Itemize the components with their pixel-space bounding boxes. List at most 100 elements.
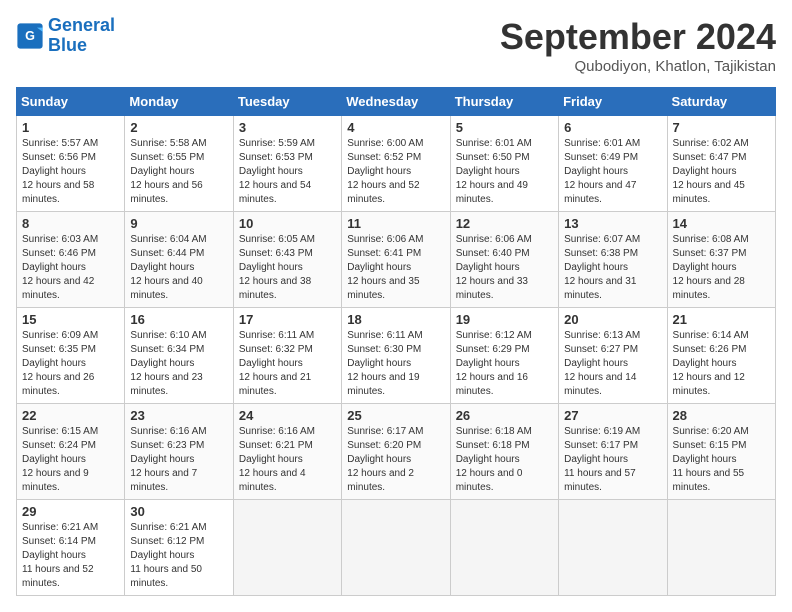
cell-content: Sunrise: 6:09 AMSunset: 6:35 PMDaylight … [22,330,98,397]
day-number: 28 [673,408,770,423]
cell-content: Sunrise: 6:16 AMSunset: 6:23 PMDaylight … [130,426,206,493]
day-number: 22 [22,408,119,423]
week-row-2: 8 Sunrise: 6:03 AMSunset: 6:46 PMDayligh… [17,212,776,308]
calendar-cell: 28 Sunrise: 6:20 AMSunset: 6:15 PMDaylig… [667,404,775,500]
calendar-cell [559,500,667,596]
cell-content: Sunrise: 6:16 AMSunset: 6:21 PMDaylight … [239,426,315,493]
logo-icon: G [16,22,44,50]
day-number: 14 [673,216,770,231]
cell-content: Sunrise: 5:57 AMSunset: 6:56 PMDaylight … [22,138,98,205]
calendar-cell: 11 Sunrise: 6:06 AMSunset: 6:41 PMDaylig… [342,212,450,308]
cell-content: Sunrise: 6:03 AMSunset: 6:46 PMDaylight … [22,234,98,301]
calendar-cell: 20 Sunrise: 6:13 AMSunset: 6:27 PMDaylig… [559,308,667,404]
day-number: 25 [347,408,444,423]
calendar-cell: 23 Sunrise: 6:16 AMSunset: 6:23 PMDaylig… [125,404,233,500]
cell-content: Sunrise: 6:15 AMSunset: 6:24 PMDaylight … [22,426,98,493]
week-row-4: 22 Sunrise: 6:15 AMSunset: 6:24 PMDaylig… [17,404,776,500]
calendar-cell: 16 Sunrise: 6:10 AMSunset: 6:34 PMDaylig… [125,308,233,404]
day-number: 29 [22,504,119,519]
calendar-cell: 19 Sunrise: 6:12 AMSunset: 6:29 PMDaylig… [450,308,558,404]
calendar-cell: 6 Sunrise: 6:01 AMSunset: 6:49 PMDayligh… [559,116,667,212]
day-number: 13 [564,216,661,231]
day-number: 8 [22,216,119,231]
cell-content: Sunrise: 6:20 AMSunset: 6:15 PMDaylight … [673,426,749,493]
cell-content: Sunrise: 6:02 AMSunset: 6:47 PMDaylight … [673,138,749,205]
week-row-5: 29 Sunrise: 6:21 AMSunset: 6:14 PMDaylig… [17,500,776,596]
week-row-3: 15 Sunrise: 6:09 AMSunset: 6:35 PMDaylig… [17,308,776,404]
calendar-cell: 26 Sunrise: 6:18 AMSunset: 6:18 PMDaylig… [450,404,558,500]
location: Qubodiyon, Khatlon, Tajikistan [500,58,776,75]
calendar-table: SundayMondayTuesdayWednesdayThursdayFrid… [16,87,776,596]
calendar-cell: 4 Sunrise: 6:00 AMSunset: 6:52 PMDayligh… [342,116,450,212]
cell-content: Sunrise: 6:18 AMSunset: 6:18 PMDaylight … [456,426,532,493]
cell-content: Sunrise: 6:14 AMSunset: 6:26 PMDaylight … [673,330,749,397]
day-number: 30 [130,504,227,519]
day-header-friday: Friday [559,88,667,116]
day-number: 2 [130,120,227,135]
calendar-cell: 15 Sunrise: 6:09 AMSunset: 6:35 PMDaylig… [17,308,125,404]
day-header-sunday: Sunday [17,88,125,116]
header: G General Blue September 2024 Qubodiyon,… [16,16,776,75]
cell-content: Sunrise: 6:17 AMSunset: 6:20 PMDaylight … [347,426,423,493]
day-number: 15 [22,312,119,327]
cell-content: Sunrise: 6:12 AMSunset: 6:29 PMDaylight … [456,330,532,397]
calendar-cell: 30 Sunrise: 6:21 AMSunset: 6:12 PMDaylig… [125,500,233,596]
calendar-cell: 8 Sunrise: 6:03 AMSunset: 6:46 PMDayligh… [17,212,125,308]
cell-content: Sunrise: 6:06 AMSunset: 6:40 PMDaylight … [456,234,532,301]
cell-content: Sunrise: 6:00 AMSunset: 6:52 PMDaylight … [347,138,423,205]
svg-text:G: G [25,29,35,43]
calendar-cell: 12 Sunrise: 6:06 AMSunset: 6:40 PMDaylig… [450,212,558,308]
logo: G General Blue [16,16,115,56]
cell-content: Sunrise: 6:10 AMSunset: 6:34 PMDaylight … [130,330,206,397]
day-number: 20 [564,312,661,327]
calendar-cell: 13 Sunrise: 6:07 AMSunset: 6:38 PMDaylig… [559,212,667,308]
calendar-cell: 9 Sunrise: 6:04 AMSunset: 6:44 PMDayligh… [125,212,233,308]
day-number: 11 [347,216,444,231]
day-number: 9 [130,216,227,231]
cell-content: Sunrise: 5:59 AMSunset: 6:53 PMDaylight … [239,138,315,205]
day-number: 4 [347,120,444,135]
day-number: 24 [239,408,336,423]
day-number: 16 [130,312,227,327]
cell-content: Sunrise: 6:11 AMSunset: 6:30 PMDaylight … [347,330,422,397]
cell-content: Sunrise: 6:21 AMSunset: 6:12 PMDaylight … [130,522,206,589]
cell-content: Sunrise: 6:05 AMSunset: 6:43 PMDaylight … [239,234,315,301]
week-row-1: 1 Sunrise: 5:57 AMSunset: 6:56 PMDayligh… [17,116,776,212]
day-header-thursday: Thursday [450,88,558,116]
calendar-cell: 25 Sunrise: 6:17 AMSunset: 6:20 PMDaylig… [342,404,450,500]
calendar-cell: 3 Sunrise: 5:59 AMSunset: 6:53 PMDayligh… [233,116,341,212]
cell-content: Sunrise: 6:01 AMSunset: 6:50 PMDaylight … [456,138,532,205]
logo-blue: Blue [48,35,87,55]
day-header-saturday: Saturday [667,88,775,116]
cell-content: Sunrise: 5:58 AMSunset: 6:55 PMDaylight … [130,138,206,205]
calendar-cell: 24 Sunrise: 6:16 AMSunset: 6:21 PMDaylig… [233,404,341,500]
cell-content: Sunrise: 6:06 AMSunset: 6:41 PMDaylight … [347,234,423,301]
day-number: 12 [456,216,553,231]
cell-content: Sunrise: 6:11 AMSunset: 6:32 PMDaylight … [239,330,314,397]
day-header-wednesday: Wednesday [342,88,450,116]
cell-content: Sunrise: 6:13 AMSunset: 6:27 PMDaylight … [564,330,640,397]
calendar-cell [667,500,775,596]
day-number: 19 [456,312,553,327]
calendar-cell: 27 Sunrise: 6:19 AMSunset: 6:17 PMDaylig… [559,404,667,500]
day-number: 21 [673,312,770,327]
day-number: 27 [564,408,661,423]
calendar-cell: 18 Sunrise: 6:11 AMSunset: 6:30 PMDaylig… [342,308,450,404]
day-number: 1 [22,120,119,135]
calendar-cell: 21 Sunrise: 6:14 AMSunset: 6:26 PMDaylig… [667,308,775,404]
header-row: SundayMondayTuesdayWednesdayThursdayFrid… [17,88,776,116]
calendar-cell: 14 Sunrise: 6:08 AMSunset: 6:37 PMDaylig… [667,212,775,308]
cell-content: Sunrise: 6:19 AMSunset: 6:17 PMDaylight … [564,426,640,493]
calendar-cell: 29 Sunrise: 6:21 AMSunset: 6:14 PMDaylig… [17,500,125,596]
calendar-cell: 7 Sunrise: 6:02 AMSunset: 6:47 PMDayligh… [667,116,775,212]
day-number: 23 [130,408,227,423]
day-number: 18 [347,312,444,327]
day-number: 26 [456,408,553,423]
calendar-cell [450,500,558,596]
calendar-cell: 1 Sunrise: 5:57 AMSunset: 6:56 PMDayligh… [17,116,125,212]
day-number: 3 [239,120,336,135]
calendar-cell: 10 Sunrise: 6:05 AMSunset: 6:43 PMDaylig… [233,212,341,308]
day-number: 5 [456,120,553,135]
day-header-monday: Monday [125,88,233,116]
day-number: 17 [239,312,336,327]
